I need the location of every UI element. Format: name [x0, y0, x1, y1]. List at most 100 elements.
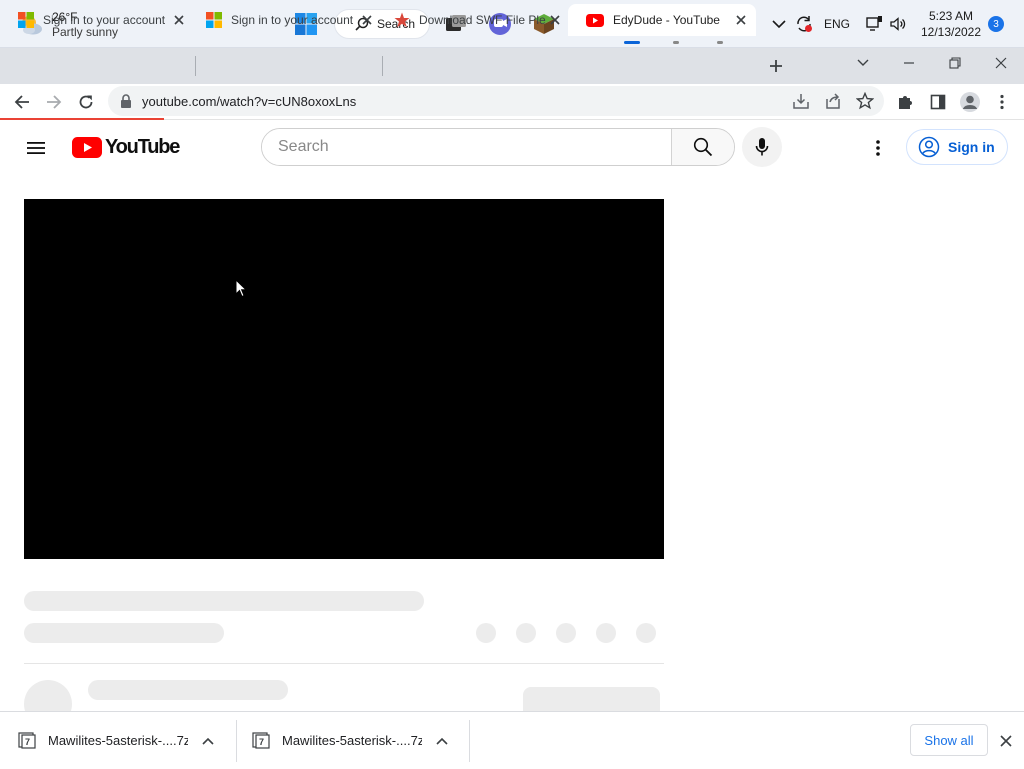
share-button[interactable]: [824, 92, 842, 110]
notification-count-badge[interactable]: 3: [988, 16, 1004, 32]
sign-in-label: Sign in: [948, 139, 995, 155]
lock-icon: [121, 94, 131, 108]
microphone-icon: [755, 138, 769, 156]
voice-search-button[interactable]: [742, 127, 782, 167]
chevron-up-icon: [202, 737, 214, 745]
download-options-button[interactable]: [436, 737, 448, 745]
close-window-button[interactable]: [978, 48, 1024, 78]
arrow-right-icon: [47, 95, 62, 109]
show-hidden-icons-button[interactable]: [770, 14, 788, 34]
download-item[interactable]: 7 Mawilites-5asterisk-....7z: [18, 712, 232, 769]
close-icon: [995, 57, 1007, 69]
forward-button[interactable]: [42, 90, 66, 114]
browser-tab-sign-in-2[interactable]: Sign in to your account: [188, 4, 382, 36]
mouse-cursor-icon: [235, 279, 247, 298]
minimize-icon: [904, 62, 914, 64]
channel-name-placeholder: [88, 680, 288, 700]
puzzle-piece-icon: [899, 96, 912, 109]
close-icon: [550, 15, 560, 25]
more-vertical-icon: [1000, 94, 1004, 110]
browser-tab-download-swf[interactable]: Download SWF File Ple: [376, 4, 570, 36]
download-filename: Mawilites-5asterisk-....7z: [282, 733, 422, 748]
close-tab-button[interactable]: [548, 13, 562, 27]
sync-status-button[interactable]: [793, 14, 815, 34]
side-panel-button[interactable]: [926, 90, 950, 114]
restore-window-button[interactable]: [932, 48, 978, 78]
volume-button[interactable]: [888, 14, 908, 34]
action-button-placeholder: [556, 623, 576, 643]
system-clock[interactable]: 5:23 AM 12/13/2022: [918, 8, 984, 40]
extensions-button[interactable]: [894, 90, 918, 114]
side-panel-icon: [930, 94, 946, 110]
back-button[interactable]: [10, 90, 34, 114]
clock-date: 12/13/2022: [920, 25, 982, 39]
metadata-placeholder: [24, 623, 224, 643]
search-button[interactable]: [671, 129, 734, 165]
close-tab-button[interactable]: [360, 13, 374, 27]
new-tab-button[interactable]: [764, 54, 788, 78]
language-indicator[interactable]: ENG: [822, 14, 852, 34]
download-options-button[interactable]: [202, 737, 214, 745]
close-download-shelf-button[interactable]: [998, 733, 1014, 749]
sync-icon: [797, 16, 812, 32]
url-text: youtube.com/watch?v=cUN8oxoxLns: [142, 94, 357, 109]
active-app-indicator: [624, 41, 640, 44]
running-app-indicator: [717, 41, 723, 44]
install-app-button[interactable]: [792, 92, 810, 110]
download-item[interactable]: 7 Mawilites-5asterisk-....7z: [252, 712, 466, 769]
running-app-indicator: [673, 41, 679, 44]
tab-separator: [382, 56, 383, 76]
close-icon: [362, 15, 372, 25]
download-filename: Mawilites-5asterisk-....7z: [48, 733, 188, 748]
settings-menu-button[interactable]: [868, 136, 888, 160]
close-tab-button[interactable]: [172, 13, 186, 27]
download-separator: [469, 720, 470, 762]
bookmark-button[interactable]: [856, 92, 874, 110]
network-status-button[interactable]: [864, 14, 884, 34]
plus-icon: [770, 60, 782, 72]
reload-icon: [79, 95, 93, 109]
profile-button[interactable]: [958, 90, 982, 114]
browser-menu-button[interactable]: [990, 90, 1014, 114]
close-icon: [736, 15, 746, 25]
action-button-placeholder: [516, 623, 536, 643]
search-input[interactable]: [262, 129, 671, 165]
youtube-logo[interactable]: YouTube: [72, 136, 180, 159]
svg-text:7: 7: [259, 737, 264, 747]
browser-tab-sign-in-1[interactable]: Sign in to your account: [0, 4, 194, 36]
arrow-left-icon: [14, 95, 29, 109]
tab-title: Download SWF File Ple: [419, 13, 546, 27]
clock-time: 5:23 AM: [928, 9, 974, 23]
tab-search-button[interactable]: [840, 48, 886, 78]
search-icon: [693, 137, 713, 157]
restore-icon: [949, 57, 961, 69]
sign-in-button[interactable]: Sign in: [906, 129, 1008, 165]
action-button-placeholder: [636, 623, 656, 643]
youtube-header: YouTube Sign in: [0, 120, 1024, 176]
guide-menu-button[interactable]: [24, 136, 48, 160]
browser-tab-youtube[interactable]: EdyDude - YouTube: [568, 4, 756, 36]
account-circle-icon: [918, 136, 940, 158]
chevron-up-icon: [436, 737, 448, 745]
show-all-downloads-button[interactable]: Show all: [910, 724, 988, 756]
profile-avatar-icon: [960, 92, 980, 112]
action-button-placeholder: [596, 623, 616, 643]
archive-file-icon: 7: [252, 731, 270, 749]
install-icon: [793, 94, 809, 109]
tab-separator: [195, 56, 196, 76]
tab-title: Sign in to your account: [231, 13, 354, 27]
share-icon: [826, 93, 840, 109]
reload-button[interactable]: [74, 90, 98, 114]
action-button-placeholder: [476, 623, 496, 643]
more-vertical-icon: [876, 140, 880, 156]
chevron-down-icon: [857, 59, 869, 66]
youtube-logo-icon: [72, 137, 102, 158]
minimize-window-button[interactable]: [886, 48, 932, 78]
close-tab-button[interactable]: [734, 13, 748, 27]
download-shelf: 7 Mawilites-5asterisk-....7z 7 Mawilites…: [0, 711, 1024, 768]
address-bar[interactable]: youtube.com/watch?v=cUN8oxoxLns: [108, 86, 884, 116]
microsoft-logo-icon: [18, 12, 34, 28]
video-player[interactable]: [24, 199, 664, 559]
tab-title: EdyDude - YouTube: [613, 13, 720, 27]
youtube-search-box: [261, 128, 735, 166]
